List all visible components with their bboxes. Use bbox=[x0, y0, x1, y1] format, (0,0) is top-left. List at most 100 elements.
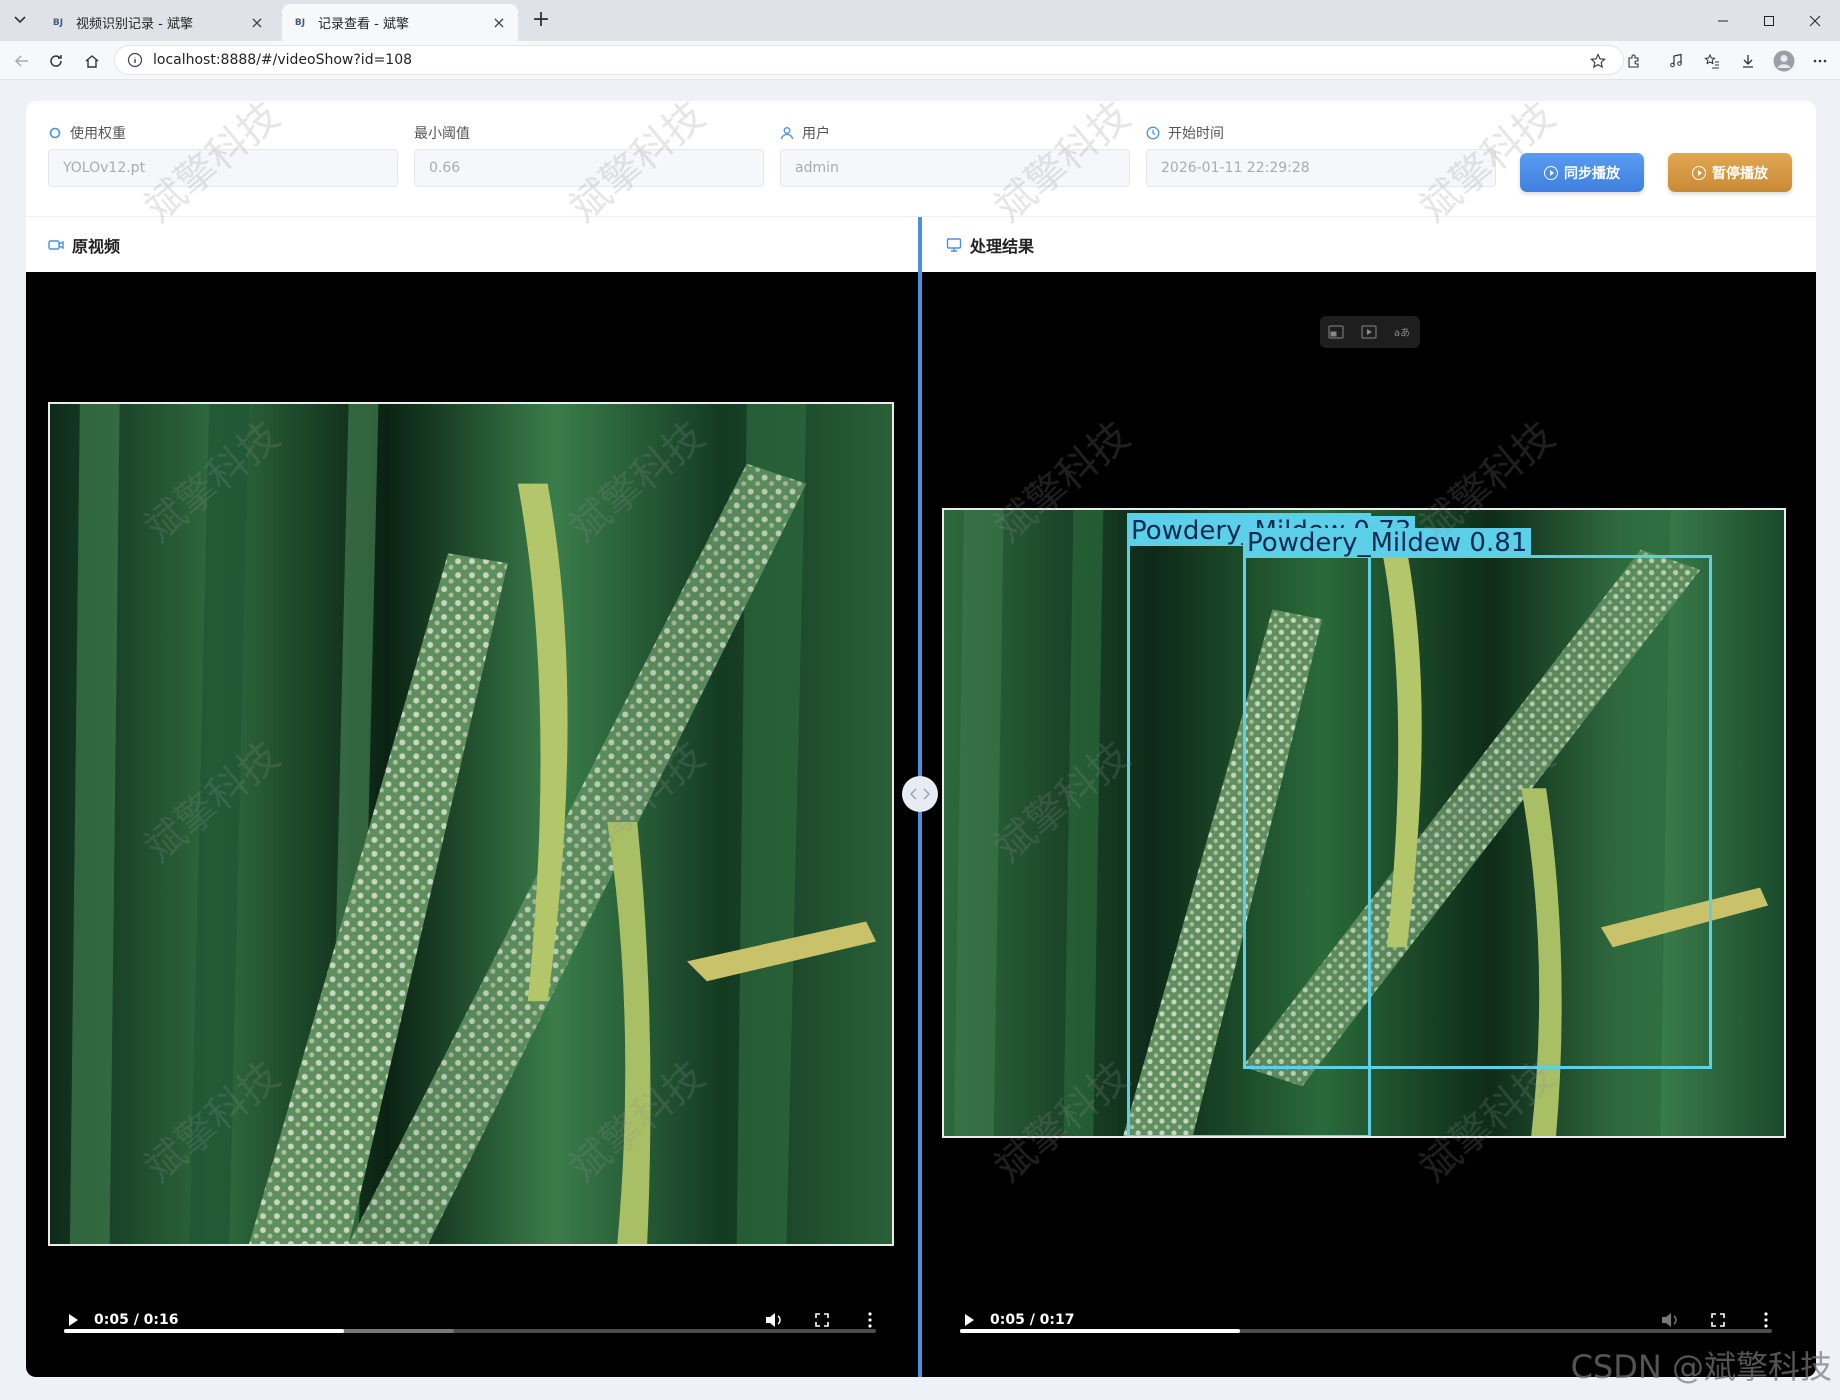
more-options-button[interactable] bbox=[1806, 47, 1834, 75]
profile-button[interactable] bbox=[1770, 47, 1798, 75]
site-favicon-icon: BJ bbox=[294, 17, 306, 28]
volume-button[interactable] bbox=[1660, 1310, 1680, 1330]
info-icon[interactable] bbox=[127, 52, 143, 68]
play-icon[interactable] bbox=[66, 1313, 80, 1327]
picture-in-picture-icon[interactable] bbox=[1328, 325, 1344, 339]
record-info-form: 使用权重 YOLOv12.pt 最小阈值 0.66 用户 admin 开始时间 … bbox=[26, 101, 1816, 217]
record-view-card: 使用权重 YOLOv12.pt 最小阈值 0.66 用户 admin 开始时间 … bbox=[26, 101, 1816, 1377]
collections-button[interactable] bbox=[1698, 47, 1726, 75]
clock-icon bbox=[1146, 126, 1160, 140]
tab-title: 记录查看 - 斌擎 bbox=[318, 17, 409, 32]
new-tab-button[interactable]: + bbox=[528, 8, 554, 34]
volume-button[interactable] bbox=[764, 1310, 784, 1330]
tab-video-records[interactable]: BJ 视频识别记录 - 斌擎 × bbox=[40, 4, 276, 41]
chevron-down-icon bbox=[14, 16, 26, 24]
back-button[interactable] bbox=[8, 47, 36, 75]
sync-play-button[interactable]: 同步播放 bbox=[1520, 153, 1644, 192]
maximize-icon bbox=[1764, 15, 1774, 26]
site-favicon-icon: BJ bbox=[52, 17, 64, 28]
home-icon bbox=[85, 55, 99, 68]
threshold-field: 最小阈值 0.66 bbox=[414, 123, 764, 187]
close-icon bbox=[1809, 15, 1821, 26]
media-button[interactable] bbox=[1662, 47, 1690, 75]
fullscreen-button[interactable] bbox=[1708, 1310, 1728, 1330]
close-icon[interactable]: × bbox=[490, 13, 508, 32]
monitor-icon bbox=[946, 237, 962, 252]
play-screen-icon[interactable] bbox=[1361, 325, 1377, 339]
detection-label: Powdery_Mildew 0.81 bbox=[1243, 528, 1532, 558]
original-video-progress-fill bbox=[64, 1329, 345, 1333]
volume-icon bbox=[766, 1313, 781, 1327]
minimize-button[interactable] bbox=[1700, 0, 1746, 41]
url-text: localhost:8888/#/videoShow?id=108 bbox=[153, 52, 413, 68]
user-label: 用户 bbox=[802, 126, 830, 142]
translate-icon[interactable]: aあ bbox=[1394, 325, 1412, 339]
start-time-input[interactable]: 2026-01-11 22:29:28 bbox=[1146, 149, 1496, 187]
play-circle-icon bbox=[1544, 165, 1558, 180]
reload-button[interactable] bbox=[42, 47, 70, 75]
result-video-time: 0:05 / 0:17 bbox=[990, 1312, 1075, 1328]
original-video-header: 原视频 bbox=[48, 217, 120, 272]
fullscreen-icon bbox=[815, 1313, 829, 1327]
tab-list-button[interactable] bbox=[6, 7, 34, 33]
threshold-input[interactable]: 0.66 bbox=[414, 149, 764, 187]
svg-text:aあ: aあ bbox=[1394, 327, 1410, 339]
original-video-time: 0:05 / 0:16 bbox=[94, 1312, 179, 1328]
reload-icon bbox=[50, 55, 62, 67]
result-video-controls: 0:05 / 0:17 bbox=[962, 1300, 1075, 1340]
wheat-leaf-image bbox=[50, 404, 892, 1244]
maximize-button[interactable] bbox=[1746, 0, 1792, 41]
csdn-credit: CSDN @斌擎科技 bbox=[1570, 1348, 1832, 1386]
original-video-frame bbox=[48, 402, 894, 1246]
fullscreen-icon bbox=[1711, 1313, 1725, 1327]
video-menu-button[interactable] bbox=[1756, 1310, 1776, 1330]
start-time-field: 开始时间 2026-01-11 22:29:28 bbox=[1146, 123, 1496, 187]
user-field: 用户 admin bbox=[780, 123, 1130, 187]
url-field[interactable]: localhost:8888/#/videoShow?id=108 bbox=[114, 45, 1624, 75]
home-button[interactable] bbox=[78, 47, 106, 75]
play-circle-icon bbox=[1692, 165, 1706, 180]
fullscreen-button[interactable] bbox=[812, 1310, 832, 1330]
original-video-player[interactable]: 0:05 / 0:16 bbox=[26, 272, 918, 1377]
favorite-star-button[interactable] bbox=[1584, 47, 1612, 75]
original-video-progress[interactable] bbox=[64, 1329, 876, 1333]
arrow-left-icon bbox=[14, 55, 28, 67]
close-icon[interactable]: × bbox=[248, 13, 266, 32]
result-video-progress-fill bbox=[960, 1329, 1241, 1333]
window-close-button[interactable] bbox=[1792, 0, 1838, 41]
pause-play-button[interactable]: 暂停播放 bbox=[1668, 153, 1792, 192]
double-arrow-icon bbox=[910, 788, 930, 800]
split-drag-handle[interactable] bbox=[902, 776, 938, 812]
video-menu-button[interactable] bbox=[860, 1310, 880, 1330]
result-video-player[interactable]: Powdery_Mildew 0.73 Powdery_Mildew 0.81 … bbox=[922, 272, 1816, 1377]
detection-box bbox=[1243, 555, 1712, 1069]
music-note-icon bbox=[1670, 53, 1682, 68]
avatar-icon bbox=[1773, 50, 1795, 72]
play-icon[interactable] bbox=[962, 1313, 976, 1327]
downloads-button[interactable] bbox=[1734, 47, 1762, 75]
original-video-controls: 0:05 / 0:16 bbox=[66, 1300, 179, 1340]
weight-label: 使用权重 bbox=[70, 126, 126, 142]
cpu-icon bbox=[49, 127, 61, 139]
weight-input[interactable]: YOLOv12.pt bbox=[48, 149, 398, 187]
threshold-label: 最小阈值 bbox=[414, 126, 470, 142]
result-video-header: 处理结果 bbox=[946, 217, 1034, 272]
result-video-frame: Powdery_Mildew 0.73 Powdery_Mildew 0.81 bbox=[942, 508, 1786, 1138]
user-icon bbox=[780, 127, 794, 140]
video-overlay-toolbar: aあ bbox=[1320, 316, 1420, 348]
start-time-label: 开始时间 bbox=[1168, 126, 1224, 142]
address-bar-row: localhost:8888/#/videoShow?id=108 bbox=[0, 41, 1840, 80]
volume-icon bbox=[1662, 1313, 1677, 1327]
star-icon bbox=[1590, 53, 1606, 69]
tab-title: 视频识别记录 - 斌擎 bbox=[76, 17, 193, 32]
more-vertical-icon bbox=[868, 1312, 872, 1328]
extensions-button[interactable] bbox=[1620, 47, 1648, 75]
sync-play-label: 同步播放 bbox=[1564, 165, 1620, 182]
tab-bar: BJ 视频识别记录 - 斌擎 × BJ 记录查看 - 斌擎 × + bbox=[0, 0, 1840, 41]
puzzle-icon bbox=[1628, 54, 1639, 68]
more-horizontal-icon bbox=[1813, 59, 1827, 63]
result-video-progress[interactable] bbox=[960, 1329, 1772, 1333]
user-input[interactable]: admin bbox=[780, 149, 1130, 187]
tab-record-view[interactable]: BJ 记录查看 - 斌擎 × bbox=[282, 4, 518, 41]
weight-field: 使用权重 YOLOv12.pt bbox=[48, 123, 398, 187]
